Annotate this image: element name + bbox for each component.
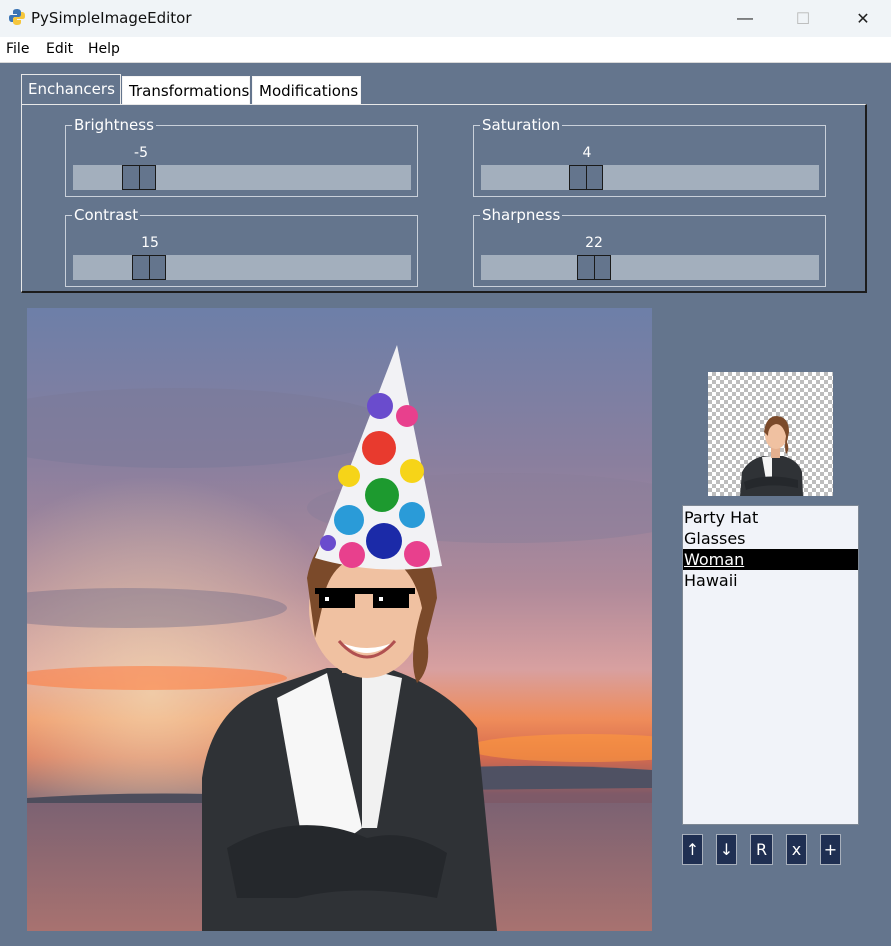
list-item-party-hat[interactable]: Party Hat bbox=[683, 507, 858, 528]
title-bar: PySimpleImageEditor — ☐ ✕ bbox=[0, 0, 891, 37]
saturation-label: Saturation bbox=[480, 116, 563, 134]
menu-edit[interactable]: Edit bbox=[46, 41, 73, 57]
minimize-icon: — bbox=[737, 9, 753, 27]
layer-preview-thumbnail bbox=[708, 372, 833, 496]
delete-layer-button[interactable]: x bbox=[786, 834, 807, 865]
enchancers-panel: Brightness -5 Saturation 4 Contrast 15 S… bbox=[21, 104, 867, 293]
sharpness-slider[interactable] bbox=[481, 255, 819, 280]
list-item-woman[interactable]: Woman bbox=[683, 549, 858, 570]
reset-button[interactable]: R bbox=[750, 834, 773, 865]
layers-listbox[interactable]: Party Hat Glasses Woman Hawaii bbox=[682, 505, 859, 825]
maximize-button[interactable]: ☐ bbox=[780, 0, 826, 37]
saturation-value: 4 bbox=[582, 145, 592, 161]
menu-help[interactable]: Help bbox=[88, 41, 120, 57]
sharpness-frame: Sharpness 22 bbox=[473, 206, 826, 287]
brightness-frame: Brightness -5 bbox=[65, 116, 418, 197]
brightness-value: -5 bbox=[134, 145, 148, 161]
saturation-frame: Saturation 4 bbox=[473, 116, 826, 197]
list-item-hawaii[interactable]: Hawaii bbox=[683, 570, 858, 591]
list-item-glasses[interactable]: Glasses bbox=[683, 528, 858, 549]
plus-icon: + bbox=[823, 840, 838, 859]
contrast-frame: Contrast 15 bbox=[65, 206, 418, 287]
sharpness-value: 22 bbox=[585, 235, 603, 251]
menu-bar: File Edit Help bbox=[0, 37, 891, 63]
move-up-button[interactable]: ↑ bbox=[682, 834, 703, 865]
tab-transformations[interactable]: Transformations bbox=[122, 76, 250, 104]
arrow-up-icon: ↑ bbox=[685, 840, 700, 859]
tab-modifications[interactable]: Modifications bbox=[252, 76, 361, 104]
contrast-slider[interactable] bbox=[73, 255, 411, 280]
sharpness-slider-handle[interactable] bbox=[577, 255, 611, 280]
delete-icon: x bbox=[791, 840, 802, 859]
window-title: PySimpleImageEditor bbox=[31, 9, 192, 27]
contrast-label: Contrast bbox=[72, 206, 141, 224]
brightness-slider[interactable] bbox=[73, 165, 411, 190]
close-button[interactable]: ✕ bbox=[840, 0, 886, 37]
brightness-label: Brightness bbox=[72, 116, 156, 134]
arrow-down-icon: ↓ bbox=[719, 840, 734, 859]
move-down-button[interactable]: ↓ bbox=[716, 834, 737, 865]
python-logo-icon bbox=[9, 9, 25, 25]
sharpness-label: Sharpness bbox=[480, 206, 563, 224]
tab-enchancers[interactable]: Enchancers bbox=[21, 74, 121, 105]
reset-label: R bbox=[755, 840, 768, 859]
add-layer-button[interactable]: + bbox=[820, 834, 841, 865]
maximize-icon: ☐ bbox=[795, 10, 811, 28]
saturation-slider-handle[interactable] bbox=[569, 165, 603, 190]
close-icon: ✕ bbox=[856, 10, 870, 28]
image-canvas[interactable] bbox=[27, 308, 652, 931]
menu-file[interactable]: File bbox=[6, 41, 29, 57]
composite-image bbox=[27, 308, 652, 931]
minimize-button[interactable]: — bbox=[722, 0, 768, 37]
saturation-slider[interactable] bbox=[481, 165, 819, 190]
contrast-slider-handle[interactable] bbox=[132, 255, 166, 280]
brightness-slider-handle[interactable] bbox=[122, 165, 156, 190]
contrast-value: 15 bbox=[141, 235, 159, 251]
woman-thumbnail-image bbox=[740, 416, 803, 496]
